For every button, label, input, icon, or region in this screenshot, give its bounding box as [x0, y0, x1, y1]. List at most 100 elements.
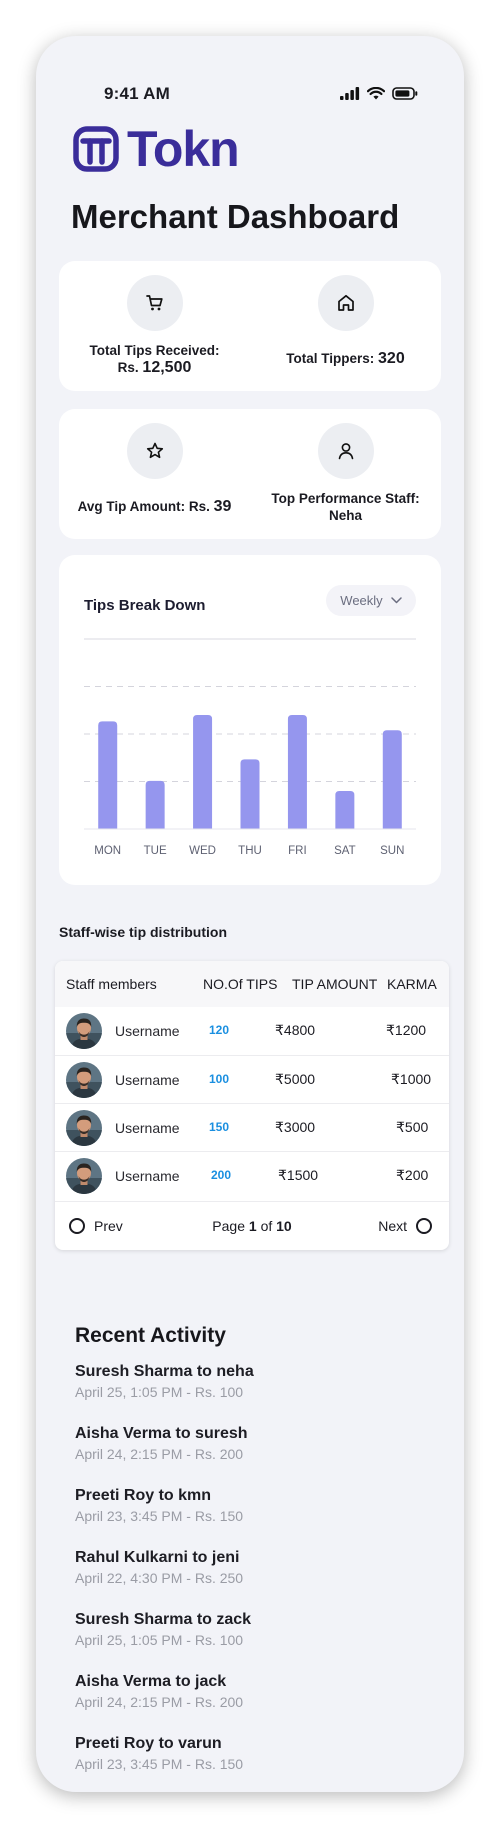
activity-item: Preeti Roy to varun April 23, 3:45 PM - … — [75, 1735, 243, 1772]
table-row[interactable]: Username 100 ₹5000 ₹1000 — [55, 1055, 449, 1103]
activity-description: Suresh Sharma to zack — [75, 1611, 252, 1628]
staff-table: Staff members NO.Of TIPS TIP AMOUNT KARM… — [55, 961, 449, 1250]
activity-item: Suresh Sharma to neha April 25, 1:05 PM … — [75, 1363, 254, 1400]
stat-icon-circle — [126, 423, 183, 479]
staff-karma: ₹200 — [396, 1167, 429, 1183]
avg-tip-value: 39 — [213, 498, 232, 515]
staff-tip-count: 200 — [211, 1168, 232, 1182]
total-tippers-label: Total Tippers: — [286, 351, 375, 366]
staff-karma: ₹500 — [396, 1119, 429, 1135]
stat-label: Total Tippers: 320 — [250, 350, 441, 367]
chart-bar-thu — [240, 759, 260, 829]
phone-frame: 9:41 AM Tokn Merchant Dashboard Total Ti… — [36, 36, 464, 1792]
column-header-amount: TIP AMOUNT — [292, 976, 378, 992]
activity-description: Rahul Kulkarni to jeni — [75, 1549, 240, 1566]
staff-tip-amount: ₹4800 — [275, 1022, 316, 1038]
stats-card-performance: Avg Tip Amount: Rs. 39 Top Performance S… — [59, 409, 441, 539]
page-total: 10 — [276, 1218, 292, 1234]
tokn-logo-icon — [73, 126, 119, 172]
stat-label: Top Performance Staff: Neha — [250, 490, 441, 524]
table-pagination: Prev Page 1 of 10 Next — [55, 1201, 449, 1250]
stat-total-tips: Total Tips Received: Rs. 12,500 — [59, 275, 250, 376]
chart-bar-wed — [193, 715, 213, 829]
cart-icon — [145, 295, 163, 311]
total-tips-prefix: Rs. — [117, 360, 139, 375]
chart-bar-sun — [382, 730, 402, 829]
table-row[interactable]: Username 200 ₹1500 ₹200 — [55, 1151, 449, 1199]
stat-icon-circle — [126, 275, 183, 331]
column-header-tips: NO.Of TIPS — [203, 976, 278, 992]
chevron-down-icon — [390, 597, 402, 604]
avatar — [66, 1110, 102, 1146]
page-of-word: of — [260, 1218, 273, 1234]
status-time: 9:41 AM — [104, 84, 170, 103]
chart-x-tick-label: SUN — [380, 845, 404, 857]
total-tips-value: 12,500 — [142, 359, 192, 376]
next-page-button[interactable]: Next — [378, 1218, 432, 1234]
stat-icon-circle — [317, 423, 374, 479]
activity-description: Suresh Sharma to neha — [75, 1363, 254, 1380]
staff-tip-amount: ₹1500 — [278, 1167, 319, 1183]
stat-total-tippers: Total Tippers: 320 — [250, 275, 441, 367]
total-tippers-value: 320 — [378, 350, 405, 367]
chart-x-tick-label: TUE — [144, 845, 167, 857]
chart-title: Tips Break Down — [84, 597, 206, 614]
status-bar: 9:41 AM — [36, 84, 464, 108]
top-staff-label: Top Performance Staff: — [271, 491, 420, 506]
chart-x-tick-label: FRI — [288, 845, 307, 857]
activity-item: Preeti Roy to kmn April 23, 3:45 PM - Rs… — [75, 1487, 243, 1524]
table-row[interactable]: Username 150 ₹3000 ₹500 — [55, 1103, 449, 1151]
staff-tip-amount: ₹3000 — [275, 1119, 316, 1135]
recent-activity-title: Recent Activity — [75, 1324, 226, 1347]
brand-name: Tokn — [127, 121, 240, 177]
stat-avg-tip: Avg Tip Amount: Rs. 39 — [59, 423, 250, 515]
activity-item: Aisha Verma to suresh April 24, 2:15 PM … — [75, 1425, 248, 1462]
stats-card-totals: Total Tips Received: Rs. 12,500 Total Ti… — [59, 261, 441, 391]
battery-icon — [392, 87, 418, 100]
stat-top-staff: Top Performance Staff: Neha — [250, 423, 441, 524]
staff-username: Username — [115, 1168, 180, 1184]
radio-circle-icon — [416, 1218, 432, 1234]
avatar — [66, 1013, 102, 1049]
table-row[interactable]: Username 120 ₹4800 ₹1200 — [55, 1007, 449, 1055]
activity-description: Aisha Verma to suresh — [75, 1425, 248, 1442]
activity-meta: April 24, 2:15 PM - Rs. 200 — [75, 1694, 244, 1710]
page-word: Page — [212, 1218, 245, 1234]
staff-username: Username — [115, 1120, 180, 1136]
avatar — [66, 1062, 102, 1098]
activity-item: Suresh Sharma to zack April 25, 1:05 PM … — [75, 1611, 251, 1648]
chart-x-tick-label: WED — [189, 845, 216, 857]
chart-period-dropdown[interactable]: Weekly — [326, 585, 416, 616]
staff-tip-count: 120 — [209, 1023, 230, 1037]
stat-icon-circle — [317, 275, 374, 331]
user-icon — [338, 443, 353, 460]
chart-x-tick-label: SAT — [334, 845, 356, 857]
staff-tip-count: 100 — [209, 1072, 230, 1086]
total-tips-label: Total Tips Received: — [89, 343, 220, 358]
activity-meta: April 23, 3:45 PM - Rs. 150 — [75, 1508, 244, 1524]
stat-label: Avg Tip Amount: Rs. 39 — [59, 498, 250, 515]
staff-karma: ₹1000 — [391, 1071, 432, 1087]
activity-meta: April 25, 1:05 PM - Rs. 100 — [75, 1632, 244, 1648]
activity-meta: April 24, 2:15 PM - Rs. 200 — [75, 1446, 244, 1462]
activity-meta: April 23, 3:45 PM - Rs. 150 — [75, 1756, 244, 1772]
column-header-karma: KARMA — [387, 976, 437, 992]
staff-section-title: Staff-wise tip distribution — [59, 924, 227, 940]
activity-description: Aisha Verma to jack — [75, 1673, 227, 1690]
chart-x-tick-label: THU — [238, 845, 262, 857]
tips-chart-card: MON TUE WED THU FRI SAT SUN Tips Break Down We… — [59, 555, 441, 885]
star-icon — [146, 442, 163, 459]
activity-meta: April 25, 1:05 PM - Rs. 100 — [75, 1384, 244, 1400]
avg-tip-label: Avg Tip Amount: Rs. — [77, 499, 210, 514]
activity-meta: April 22, 4:30 PM - Rs. 250 — [75, 1570, 244, 1586]
home-icon — [337, 294, 354, 311]
next-label: Next — [378, 1218, 407, 1234]
chart-x-tick-label: MON — [94, 845, 121, 857]
stat-label: Total Tips Received: Rs. 12,500 — [59, 342, 250, 376]
staff-username: Username — [115, 1023, 180, 1039]
chart-period-value: Weekly — [340, 593, 383, 608]
chart-bar-fri — [287, 715, 307, 829]
table-header: Staff members NO.Of TIPS TIP AMOUNT KARM… — [55, 961, 449, 1007]
activity-description: Preeti Roy to kmn — [75, 1487, 212, 1504]
staff-username: Username — [115, 1072, 180, 1088]
